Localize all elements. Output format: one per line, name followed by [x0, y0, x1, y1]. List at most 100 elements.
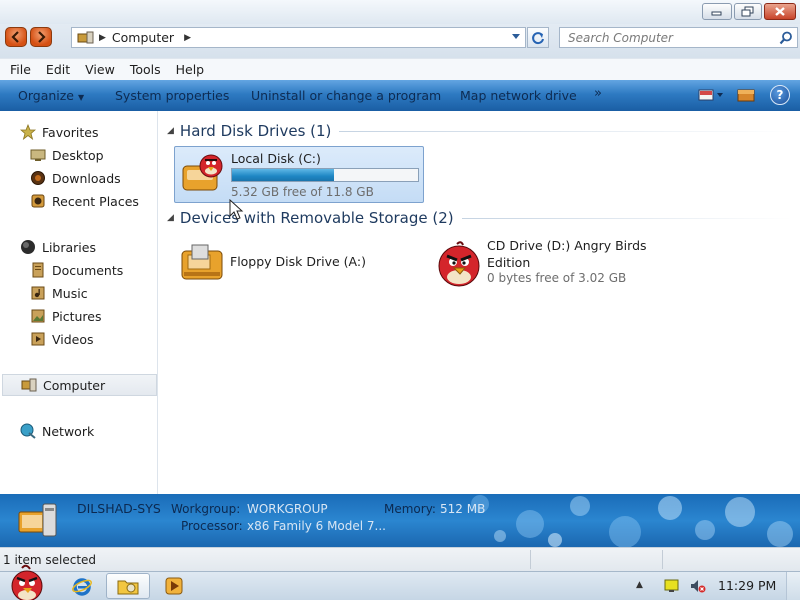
more-commands-button[interactable]: »	[594, 86, 602, 101]
taskbar-media-player[interactable]	[152, 573, 196, 599]
organize-button[interactable]: Organize ▼	[18, 88, 84, 103]
view-options-icon[interactable]	[698, 88, 726, 102]
hard-disk-icon	[182, 154, 223, 191]
sidebar-item-label: Libraries	[42, 239, 96, 255]
navigation-pane: Favorites Desktop Downloads Recent Place…	[0, 111, 158, 494]
sidebar-item-label: Recent Places	[52, 193, 139, 209]
sidebar-item-label: Desktop	[52, 147, 104, 163]
downloads-icon	[31, 171, 45, 185]
sidebar-item-desktop[interactable]: Desktop	[0, 144, 157, 166]
forward-button[interactable]	[30, 27, 52, 47]
show-hidden-icons-icon[interactable]: ▲	[636, 580, 643, 590]
minimize-button[interactable]	[702, 3, 732, 20]
sidebar-item-videos[interactable]: Videos	[0, 328, 157, 350]
title-bar	[0, 0, 800, 24]
drive-name: Floppy Disk Drive (A:)	[230, 254, 366, 269]
drive-floppy-a[interactable]: Floppy Disk Drive (A:)	[174, 236, 424, 286]
status-divider	[662, 550, 663, 569]
map-network-drive-button[interactable]: Map network drive	[460, 88, 577, 103]
address-bar[interactable]: ▶ Computer ▶	[71, 27, 526, 48]
group-title: Hard Disk Drives (1)	[179, 122, 332, 140]
sidebar-item-label: Downloads	[52, 170, 121, 186]
desktop-icon	[30, 149, 46, 161]
mouse-cursor-icon	[229, 199, 244, 220]
disk-usage-fill	[232, 169, 335, 181]
back-button[interactable]	[5, 27, 27, 47]
collapse-triangle-icon[interactable]: ◢	[167, 213, 174, 223]
refresh-button[interactable]	[527, 27, 549, 48]
menu-help[interactable]: Help	[176, 62, 205, 77]
collapse-triangle-icon[interactable]: ◢	[167, 126, 174, 136]
sidebar-item-favorites[interactable]: Favorites	[0, 121, 157, 143]
decorative-bubbles	[471, 495, 793, 547]
breadcrumb-arrow-icon[interactable]: ▶	[184, 33, 191, 43]
memory-value: 512 MB	[440, 502, 486, 516]
folder-icon	[117, 580, 139, 595]
minimize-icon	[711, 11, 722, 15]
taskbar: ▲ 11:29 PM	[0, 564, 800, 600]
drive-free-space: 5.32 GB free of 11.8 GB	[231, 185, 374, 199]
sidebar-item-label: Documents	[52, 262, 124, 278]
menu-file[interactable]: File	[10, 62, 31, 77]
music-icon	[31, 286, 45, 300]
menu-edit[interactable]: Edit	[46, 62, 70, 77]
sidebar-item-label: Network	[42, 423, 95, 439]
volume-muted-icon[interactable]	[690, 579, 706, 593]
uninstall-program-button[interactable]: Uninstall or change a program	[251, 88, 441, 103]
breadcrumb-computer[interactable]: Computer	[112, 30, 174, 45]
media-player-icon	[165, 577, 183, 595]
computer-icon	[77, 31, 94, 43]
processor-label: Processor:	[181, 519, 243, 533]
search-box[interactable]	[559, 27, 798, 48]
recent-places-icon	[31, 194, 45, 208]
sidebar-item-libraries[interactable]: Libraries	[0, 236, 157, 258]
network-icon	[20, 423, 36, 439]
group-header-removable[interactable]: ◢ Devices with Removable Storage (2)	[167, 209, 792, 227]
status-divider	[530, 550, 531, 569]
restore-button[interactable]	[734, 3, 762, 20]
menu-view[interactable]: View	[85, 62, 115, 77]
workgroup-value: WORKGROUP	[247, 502, 328, 516]
search-input[interactable]	[560, 28, 760, 47]
drive-local-disk-c[interactable]: Local Disk (C:) 5.32 GB free of 11.8 GB	[174, 146, 424, 203]
group-divider	[339, 130, 792, 132]
processor-value: x86 Family 6 Model 7...	[247, 519, 386, 533]
documents-icon	[32, 262, 44, 278]
show-desktop-button[interactable]	[786, 572, 800, 600]
clock[interactable]: 11:29 PM	[718, 578, 776, 593]
close-button[interactable]	[764, 3, 796, 20]
sidebar-item-network[interactable]: Network	[0, 420, 157, 442]
sidebar-item-pictures[interactable]: Pictures	[0, 305, 157, 327]
sidebar-item-computer[interactable]: Computer	[2, 374, 157, 396]
start-button[interactable]	[4, 564, 50, 600]
help-icon[interactable]: ?	[770, 85, 790, 105]
sidebar-item-downloads[interactable]: Downloads	[0, 167, 157, 189]
taskbar-windows-explorer[interactable]	[106, 573, 150, 599]
taskbar-internet-explorer[interactable]	[60, 573, 104, 599]
drive-name: Local Disk (C:)	[231, 151, 321, 166]
workgroup-label: Workgroup:	[171, 502, 241, 516]
group-divider	[461, 217, 792, 219]
sidebar-item-music[interactable]: Music	[0, 282, 157, 304]
preview-pane-icon[interactable]	[736, 87, 756, 103]
address-dropdown-icon[interactable]	[511, 33, 521, 41]
sidebar-item-recent-places[interactable]: Recent Places	[0, 190, 157, 212]
sidebar-item-label: Music	[52, 285, 88, 301]
sidebar-item-documents[interactable]: Documents	[0, 259, 157, 281]
drive-free-space: 0 bytes free of 3.02 GB	[487, 271, 627, 285]
search-icon[interactable]	[779, 31, 793, 45]
action-center-icon[interactable]	[664, 579, 680, 593]
chevron-down-icon: ▼	[78, 93, 85, 102]
forward-arrow-icon	[38, 31, 46, 43]
sidebar-item-label: Computer	[43, 377, 106, 393]
close-icon	[775, 7, 785, 16]
system-properties-button[interactable]: System properties	[115, 88, 229, 103]
breadcrumb-arrow-icon[interactable]: ▶	[99, 33, 106, 43]
internet-explorer-icon	[72, 578, 92, 596]
drive-name: CD Drive (D:) Angry Birds Edition	[487, 238, 647, 270]
menu-tools[interactable]: Tools	[130, 62, 161, 77]
sidebar-item-label: Videos	[52, 331, 94, 347]
libraries-icon	[21, 240, 35, 254]
drive-cd-d[interactable]: CD Drive (D:) Angry Birds Edition 0 byte…	[431, 235, 661, 295]
group-header-hard-disks[interactable]: ◢ Hard Disk Drives (1)	[167, 122, 792, 140]
